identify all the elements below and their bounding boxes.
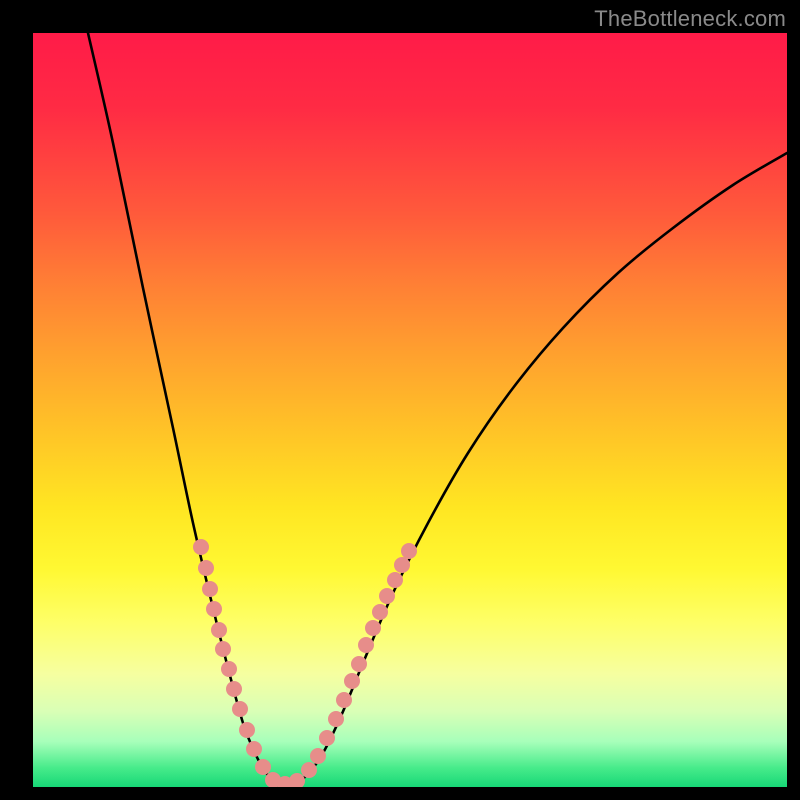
data-marker: [387, 572, 403, 588]
data-marker: [289, 773, 305, 787]
data-marker: [202, 581, 218, 597]
data-marker: [232, 701, 248, 717]
v-curve-line: [88, 33, 787, 785]
data-marker: [215, 641, 231, 657]
data-marker: [379, 588, 395, 604]
data-marker: [226, 681, 242, 697]
marker-group: [193, 539, 417, 787]
data-marker: [372, 604, 388, 620]
data-marker: [336, 692, 352, 708]
data-marker: [211, 622, 227, 638]
data-marker: [193, 539, 209, 555]
chart-stage: TheBottleneck.com: [0, 0, 800, 800]
data-marker: [394, 557, 410, 573]
data-marker: [255, 759, 271, 775]
data-marker: [401, 543, 417, 559]
data-marker: [365, 620, 381, 636]
data-marker: [221, 661, 237, 677]
data-marker: [246, 741, 262, 757]
data-marker: [351, 656, 367, 672]
data-marker: [328, 711, 344, 727]
attribution-label: TheBottleneck.com: [594, 6, 786, 32]
plot-area: [33, 33, 787, 787]
data-marker: [310, 748, 326, 764]
chart-svg: [33, 33, 787, 787]
data-marker: [301, 762, 317, 778]
data-marker: [358, 637, 374, 653]
data-marker: [239, 722, 255, 738]
data-marker: [198, 560, 214, 576]
data-marker: [206, 601, 222, 617]
data-marker: [319, 730, 335, 746]
data-marker: [344, 673, 360, 689]
